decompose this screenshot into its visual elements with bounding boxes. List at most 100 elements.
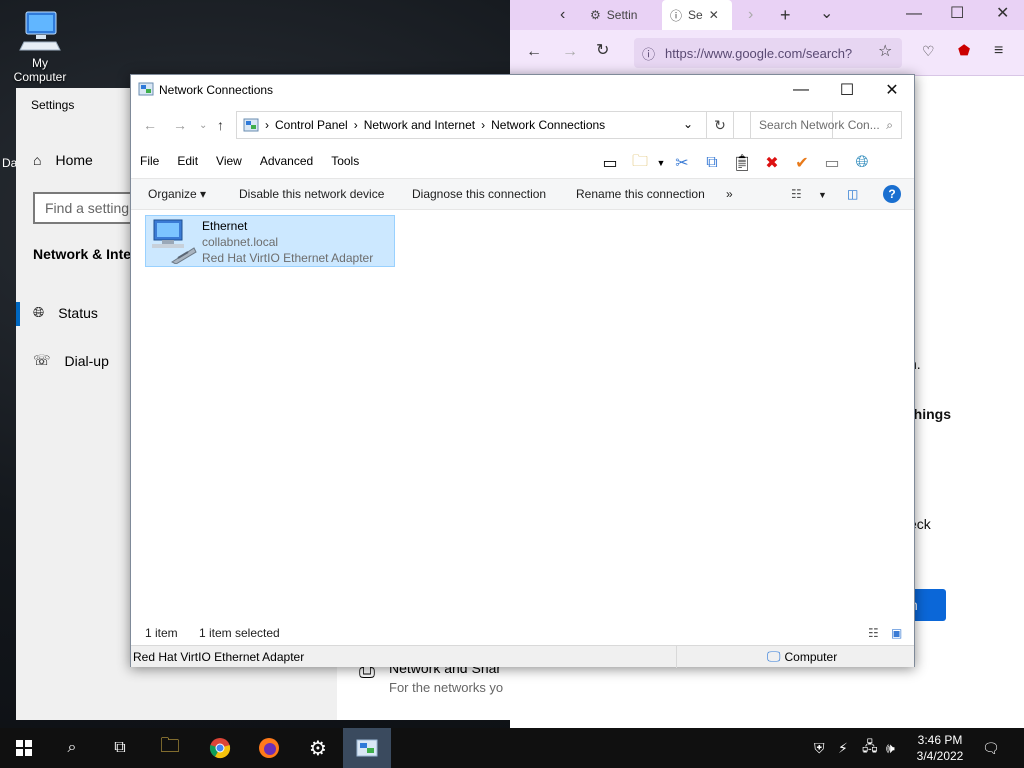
tray-defender[interactable]: ⛨: [814, 728, 825, 768]
ethernet-adapter-icon: [152, 219, 197, 264]
maximize-button[interactable]: ☐: [824, 75, 870, 105]
breadcrumb-item[interactable]: Control Panel: [275, 118, 348, 132]
search-button[interactable]: ⌕: [48, 728, 96, 768]
taskbar-chrome[interactable]: [196, 728, 244, 768]
taskbar-firefox[interactable]: [245, 728, 293, 768]
network-connections-icon: [356, 739, 378, 757]
delete-icon[interactable]: ✖: [757, 150, 787, 176]
menu-view[interactable]: View: [207, 149, 251, 175]
rename-icon[interactable]: ▭: [817, 150, 847, 176]
task-view-button[interactable]: ⧉: [96, 728, 144, 768]
reload-icon[interactable]: ↻: [596, 43, 609, 59]
recent-locations-icon[interactable]: ⌄: [199, 120, 207, 131]
menu-tools[interactable]: Tools: [322, 149, 368, 175]
taskbar-clock[interactable]: 3:46 PM 3/4/2022: [912, 732, 968, 764]
new-tab-icon[interactable]: +: [780, 6, 791, 24]
back-icon[interactable]: ←: [526, 44, 542, 60]
address-bar[interactable]: › Control Panel › Network and Internet ›…: [236, 111, 833, 139]
organize-button[interactable]: Organize ▾: [148, 187, 206, 201]
bookmark-star-icon[interactable]: ☆: [878, 44, 892, 60]
details-zone: 🖵︎ Computer: [767, 648, 837, 665]
tab-list-icon[interactable]: ⌄: [820, 6, 833, 22]
preview-pane-icon[interactable]: ▭: [595, 150, 625, 176]
taskbar-file-explorer[interactable]: 🗀: [146, 728, 194, 768]
globe-icon[interactable]: 🌐︎: [847, 150, 877, 176]
back-icon[interactable]: ←: [143, 117, 157, 133]
tab-settings[interactable]: ⚙ Settin: [590, 0, 637, 30]
ublock-icon[interactable]: ⬟: [958, 43, 970, 57]
search-placeholder: Find a setting: [45, 200, 130, 216]
forward-icon[interactable]: →: [562, 44, 578, 60]
computer-icon: [19, 11, 61, 51]
folder-views-icon[interactable]: 🗀: [625, 150, 655, 176]
clock-time: 3:46 PM: [917, 733, 963, 747]
taskbar-network-connections[interactable]: [343, 728, 391, 768]
up-icon[interactable]: ↑: [217, 117, 224, 133]
change-view-icon[interactable]: ☷: [791, 187, 802, 201]
disable-device-button[interactable]: Disable this network device: [239, 187, 384, 201]
connection-network: collabnet.local: [202, 235, 279, 249]
help-icon[interactable]: ?: [883, 185, 901, 203]
cut-icon[interactable]: ✂: [667, 150, 697, 176]
connection-item-ethernet[interactable]: Ethernet collabnet.local Red Hat VirtIO …: [145, 215, 395, 267]
window-title: Network Connections: [159, 83, 274, 97]
dialup-icon: ☏: [33, 352, 51, 368]
network-icon: 🖧︎: [862, 738, 878, 754]
search-input[interactable]: Search Network Con... ⌕: [750, 111, 902, 139]
command-bar: Organize ▾ Disable this network device D…: [131, 178, 914, 210]
tray-volume[interactable]: 🕪︎: [886, 728, 895, 768]
tab-scroll-left-icon[interactable]: ‹: [560, 7, 565, 23]
copy-icon[interactable]: ⧉: [697, 150, 727, 176]
forward-icon[interactable]: →: [173, 117, 187, 133]
action-center-button[interactable]: 🗨︎: [982, 728, 1000, 768]
close-button[interactable]: ✕: [869, 75, 915, 105]
tab-active[interactable]: ⓘ Se ✕: [662, 0, 732, 30]
start-button[interactable]: [0, 728, 48, 768]
pocket-icon[interactable]: ♡: [922, 44, 935, 58]
menu-edit[interactable]: Edit: [168, 149, 207, 175]
minimize-icon[interactable]: —: [906, 6, 922, 22]
address-dropdown-icon[interactable]: ⌄: [683, 117, 693, 131]
menu-file[interactable]: File: [131, 149, 168, 175]
close-tab-icon[interactable]: ✕: [709, 8, 719, 22]
breadcrumb-item[interactable]: Network and Internet: [364, 118, 475, 132]
taskbar-settings[interactable]: ⚙: [294, 728, 342, 768]
menu-advanced[interactable]: Advanced: [251, 149, 322, 175]
clock-date: 3/4/2022: [916, 749, 964, 763]
browser-toolbar: ← → ↻ ⓘ https://www.google.com/search? ☆…: [510, 30, 1024, 76]
maximize-icon[interactable]: ☐: [950, 6, 964, 22]
desktop-icon-my-computer[interactable]: My Computer: [4, 8, 76, 84]
browser-tab-bar: ‹ ⚙ Settin ⓘ Se ✕ › + ⌄ — ☐ ✕: [510, 0, 1024, 30]
sidebar-item-status[interactable]: 🌐︎ Status: [16, 302, 98, 326]
minimize-button[interactable]: —: [778, 75, 824, 105]
properties-check-icon[interactable]: ✔: [787, 150, 817, 176]
sidebar-item-dialup[interactable]: ☏ Dial-up: [33, 352, 109, 369]
url-bar[interactable]: ⓘ https://www.google.com/search?: [634, 38, 902, 68]
view-dropdown-icon[interactable]: ▼: [818, 190, 827, 200]
tab-scroll-right-icon[interactable]: ›: [748, 7, 753, 23]
network-connections-window: Network Connections — ☐ ✕ ← → ⌄ ↑ › Cont…: [130, 74, 915, 668]
tray-network-off[interactable]: ⚡︎: [838, 728, 848, 768]
menu-icon[interactable]: ≡: [994, 43, 1003, 59]
search-placeholder: Search Network Con...: [759, 118, 880, 132]
preview-pane-toggle-icon[interactable]: ◫: [847, 187, 858, 201]
breadcrumb-item[interactable]: Network Connections: [491, 118, 605, 132]
details-view-icon[interactable]: ☷: [868, 626, 879, 640]
views-dropdown-icon[interactable]: ▼: [655, 150, 667, 176]
tray-network[interactable]: 🖧︎: [862, 728, 878, 768]
large-icons-view-icon[interactable]: ▣: [891, 626, 902, 640]
diagnose-connection-button[interactable]: Diagnose this connection: [412, 187, 546, 201]
refresh-button[interactable]: ↻: [706, 111, 734, 139]
close-window-icon[interactable]: ✕: [996, 6, 1009, 22]
volume-icon: 🕪︎: [886, 739, 895, 756]
rename-connection-button[interactable]: Rename this connection: [576, 187, 705, 201]
settings-home[interactable]: ⌂ Home: [33, 152, 93, 168]
breadcrumb-separator-icon: ›: [481, 118, 486, 132]
paste-icon[interactable]: 📋︎: [727, 150, 757, 176]
breadcrumb-separator-icon: ›: [353, 118, 358, 132]
info-icon: ⓘ: [670, 8, 683, 23]
home-icon: ⌂: [33, 152, 42, 168]
refresh-icon: ↻: [714, 116, 726, 133]
tab-label: Settin: [606, 8, 638, 22]
more-commands-button[interactable]: »: [726, 187, 733, 201]
